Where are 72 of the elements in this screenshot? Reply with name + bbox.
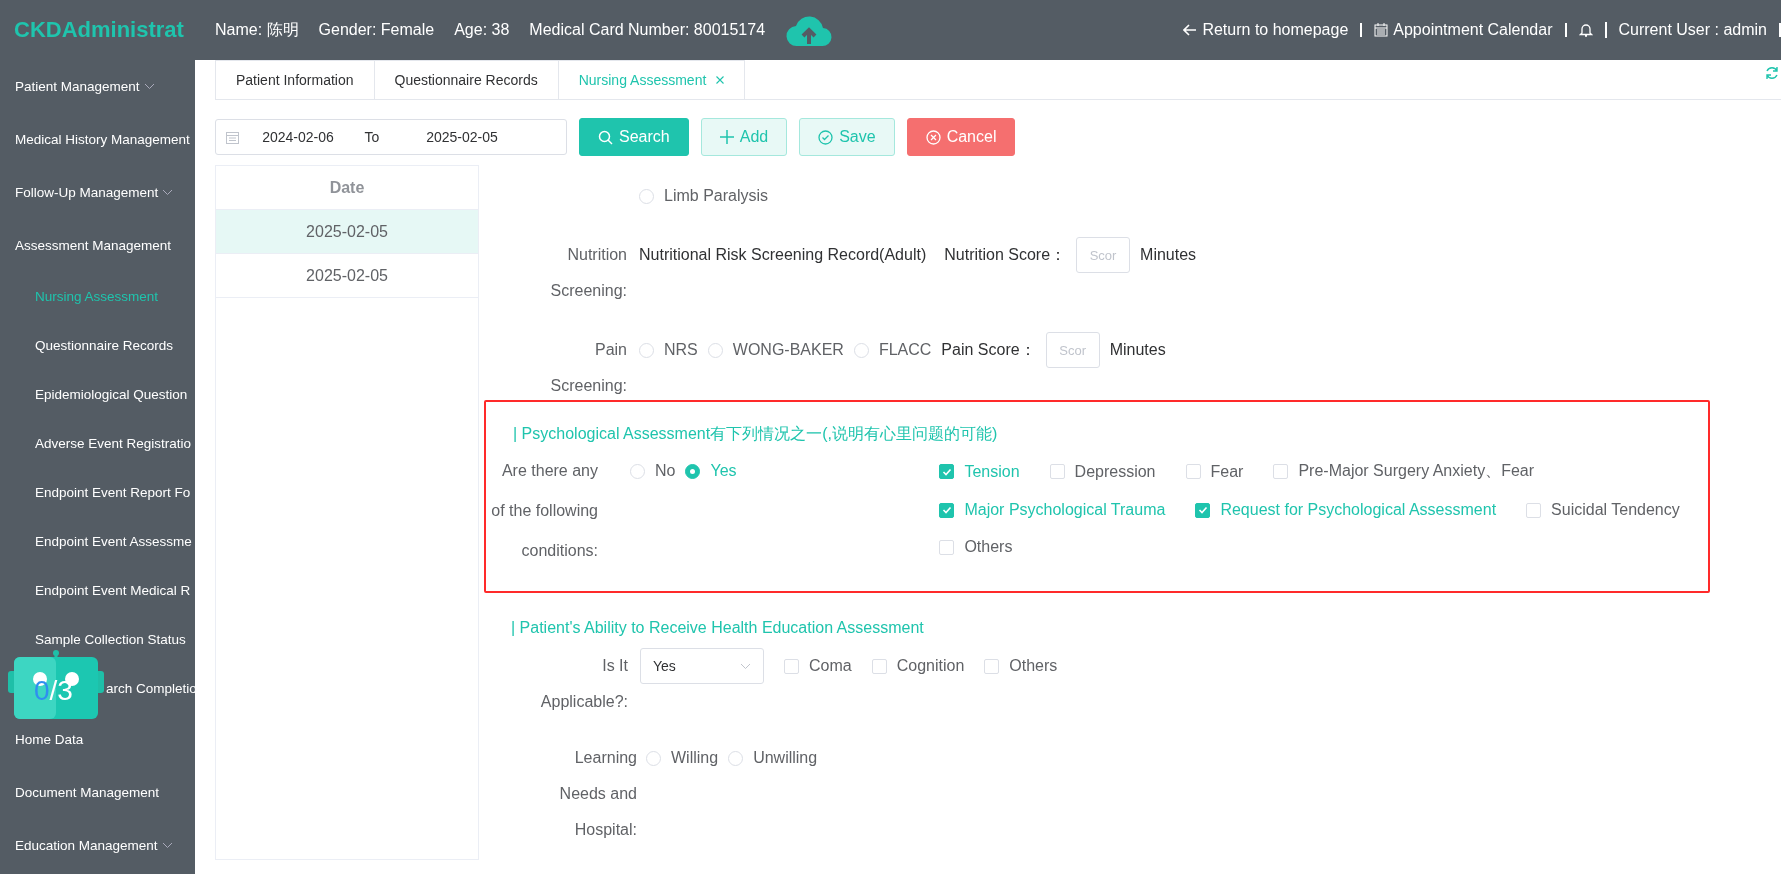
chevron-down-icon xyxy=(162,189,174,196)
tab[interactable]: Patient Information xyxy=(215,60,375,99)
unit-label: Minutes xyxy=(1109,341,1166,359)
score-label: Pain Score： xyxy=(941,339,1036,360)
search-icon xyxy=(598,129,613,145)
calendar-icon xyxy=(1374,23,1389,37)
sidebar-item[interactable]: Medical History Management xyxy=(15,132,190,147)
date-range-field[interactable]: 2024-02-06 To 2025-02-05 xyxy=(215,119,567,155)
patient-info: Name: 陈明 xyxy=(215,19,299,40)
sidebar-item[interactable]: Document Management xyxy=(15,785,160,800)
refresh-icon[interactable] xyxy=(1765,66,1779,80)
field-label: Nutrition Screening: xyxy=(549,245,627,301)
close-circle-icon xyxy=(925,129,941,145)
checkbox-option[interactable]: Depression xyxy=(1049,461,1156,482)
checkbox-option[interactable]: Others xyxy=(984,657,1058,675)
header-link[interactable]: Return to homepage xyxy=(1171,23,1363,37)
applicable-select[interactable]: Yes xyxy=(640,648,764,684)
plus-icon xyxy=(719,130,734,144)
calendar-icon xyxy=(226,130,239,144)
patient-info: Gender: Female xyxy=(318,21,435,39)
section-title: | Psychological Assessment有下列情况之一(,说明有心里问题的可能) xyxy=(512,424,999,444)
sidebar-item[interactable]: Questionnaire Records xyxy=(35,338,174,353)
checkbox-option[interactable]: Fear xyxy=(1185,461,1244,482)
checkbox-option[interactable]: Others xyxy=(939,538,1013,556)
chevron-down-icon xyxy=(143,83,155,90)
header-link[interactable]: Current User : admin xyxy=(1606,23,1781,37)
score-input[interactable]: Scor xyxy=(1076,237,1131,273)
record-name: Nutritional Risk Screening Record(Adult) xyxy=(639,246,927,264)
date-row[interactable]: 2025-02-05 xyxy=(216,210,478,254)
sidebar-item[interactable]: Home Data xyxy=(15,732,84,747)
radio-option[interactable]: Willing xyxy=(646,749,719,767)
score-label: Nutrition Score： xyxy=(944,244,1067,265)
header-link[interactable]: Appointment Calendar xyxy=(1362,23,1567,37)
check-circle-icon xyxy=(818,129,834,145)
sidebar-item[interactable]: Epidemiological Question xyxy=(35,387,188,402)
sidebar-item[interactable]: Endpoint Event Medical R xyxy=(35,583,191,598)
section-title: | Patient's Ability to Receive Health Education Assessment xyxy=(510,619,925,637)
radio-option[interactable]: WONG-BAKER xyxy=(707,341,844,359)
sidebar-item[interactable]: Education Management xyxy=(15,838,158,853)
field-label: Pain Screening: xyxy=(549,340,627,396)
patient-info: Age: 38 xyxy=(454,21,510,39)
checkbox-option[interactable]: Cognition xyxy=(871,657,965,675)
chevron-down-icon xyxy=(161,842,173,849)
chevron-down-icon xyxy=(740,662,751,670)
field-label: Is It Applicable?: xyxy=(539,656,628,712)
radio-option[interactable]: Unwilling xyxy=(728,749,818,767)
back-arrow-icon xyxy=(1183,24,1198,36)
unit-label: Minutes xyxy=(1140,246,1197,264)
check-icon xyxy=(1197,505,1208,515)
sidebar-item[interactable]: Sample Collection Status xyxy=(35,632,186,647)
check-icon xyxy=(941,505,952,515)
checkbox-option[interactable]: Pre-Major Surgery Anxiety、Fear xyxy=(1273,461,1535,482)
checkbox-option[interactable]: Suicidal Tendency xyxy=(1526,501,1680,519)
sidebar-item[interactable]: Patient Management xyxy=(15,79,140,94)
radio-option[interactable]: FLACC xyxy=(853,341,932,359)
sidebar-item[interactable]: Endpoint Event Report Fo xyxy=(35,485,191,500)
bell-icon xyxy=(1578,22,1593,38)
sidebar-item[interactable]: Endpoint Event Assessme xyxy=(35,534,192,549)
sidebar-item[interactable]: Adverse Event Registratio xyxy=(35,436,192,451)
checkbox-option[interactable]: Coma xyxy=(784,657,852,675)
app-logo: CKDAdministrat xyxy=(13,17,185,43)
patient-info: Medical Card Number: 80015174 xyxy=(529,21,766,39)
check-icon xyxy=(941,466,952,477)
radio-option[interactable]: Limb Paralysis xyxy=(639,187,769,205)
sidebar-item[interactable]: Assessment Management xyxy=(15,238,172,253)
field-label: Are there any of the following conditions: xyxy=(490,461,598,561)
radio-option[interactable]: NRS xyxy=(639,341,698,359)
score-input[interactable]: Scor xyxy=(1045,332,1100,368)
sidebar-item[interactable]: Follow-Up Management xyxy=(15,185,159,200)
field-label: Learning Needs and Hospital: xyxy=(558,748,637,840)
close-icon[interactable] xyxy=(716,76,725,84)
radio-option[interactable]: No xyxy=(630,462,676,480)
